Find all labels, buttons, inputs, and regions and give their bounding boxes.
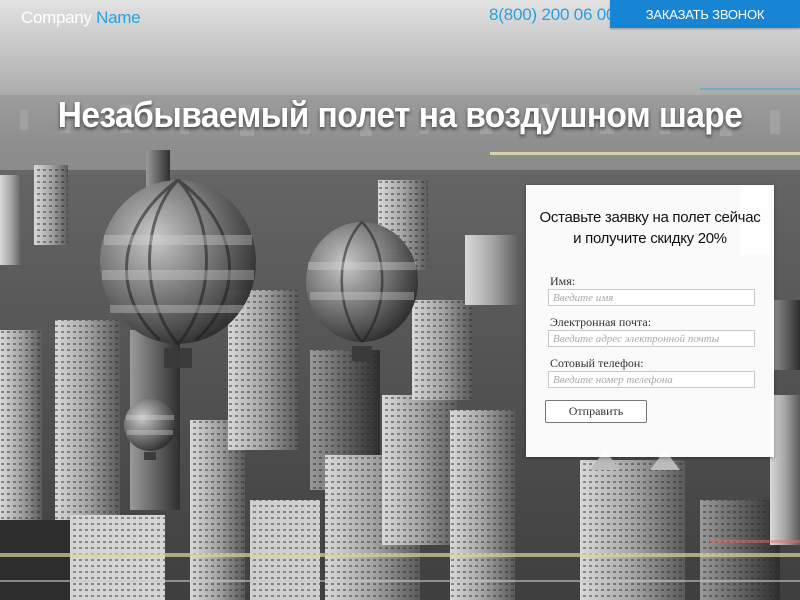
phone-number[interactable]: 8(800) 200 06 00 <box>489 5 615 25</box>
company-logo[interactable]: Company Name <box>21 8 141 28</box>
hero-title: Незабываемый полет на воздушном шаре <box>57 94 743 136</box>
phone-input[interactable] <box>548 371 755 388</box>
site-header: Company Name 8(800) 200 06 00 Заказать з… <box>0 0 800 34</box>
order-form: Оставьте заявку на полет сейчас и получи… <box>526 185 774 457</box>
form-heading: Оставьте заявку на полет сейчас и получи… <box>526 207 774 249</box>
name-label: Имя: <box>550 274 576 288</box>
logo-main-text: Company <box>21 8 92 27</box>
name-input[interactable] <box>548 289 755 306</box>
email-label: Электронная почта: <box>550 315 652 329</box>
submit-button[interactable]: Отправить <box>545 400 647 423</box>
form-heading-line2: и получите скидку 20% <box>573 230 727 247</box>
email-input[interactable] <box>548 330 755 347</box>
logo-accent-text: Name <box>96 8 141 27</box>
phone-label: Сотовый телефон: <box>550 356 644 370</box>
order-callback-button[interactable]: Заказать звонок <box>610 0 800 28</box>
form-heading-line1: Оставьте заявку на полет сейчас <box>539 209 761 226</box>
